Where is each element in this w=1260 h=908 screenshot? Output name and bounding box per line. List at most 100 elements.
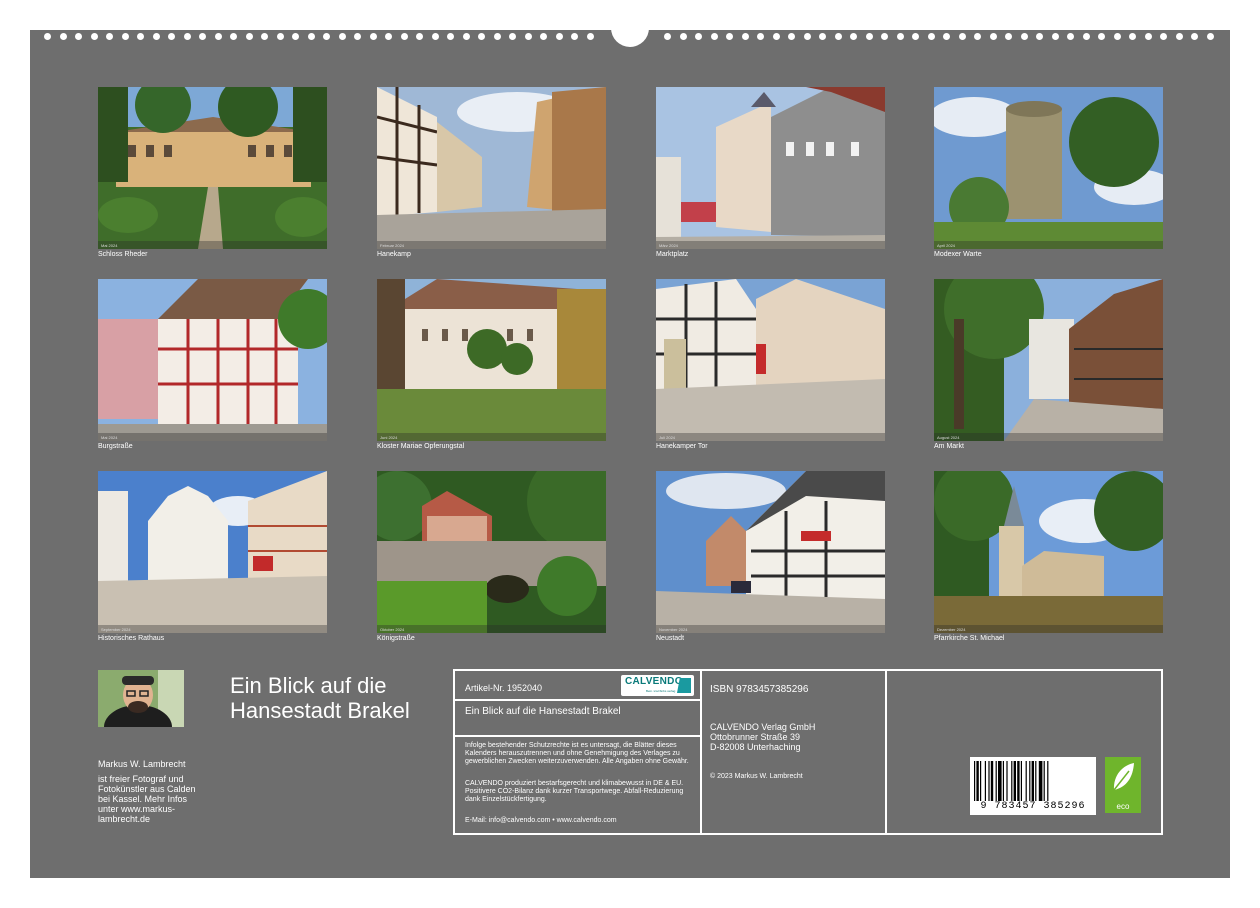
binding-hole (307, 33, 315, 40)
binding-hole (106, 33, 113, 40)
binding-hole (199, 33, 206, 40)
binding-hole (1051, 33, 1059, 40)
binding-hole (943, 33, 950, 40)
binding-hole (850, 33, 857, 40)
binding-hole (819, 33, 826, 40)
info-book-title: Ein Blick auf die Hansestadt Brakel (465, 706, 621, 717)
binding-hole (75, 33, 82, 40)
photo: Juni 2024 (377, 279, 606, 441)
photo: April 2024 (934, 87, 1163, 249)
binding-hole (90, 33, 98, 40)
binding-hole (881, 33, 888, 40)
author-name: Markus W. Lambrecht (98, 759, 186, 769)
photo: September 2024 (98, 471, 327, 633)
binding-hole (1144, 33, 1152, 40)
photo: Oktober 2024 (377, 471, 606, 633)
isbn-barcode: 9 783457 385296 (970, 757, 1096, 815)
tile-caption: Schloss Rheder (98, 251, 148, 258)
tile-caption: Modexer Warte (934, 251, 982, 258)
binding-hole (152, 33, 160, 40)
copyright: © 2023 Markus W. Lambrecht (710, 773, 803, 780)
binding-hole (478, 33, 485, 40)
binding-hole (1129, 33, 1136, 40)
binding-hole (1191, 33, 1198, 40)
binding-hole (958, 33, 966, 40)
tile-caption: Hanekamper Tor (656, 443, 708, 450)
binding-hole (168, 33, 175, 40)
binding-hole (1175, 33, 1183, 40)
binding-hole (214, 33, 222, 40)
tile-caption: Marktplatz (656, 251, 689, 258)
binding-hole (788, 33, 795, 40)
binding-hole (493, 33, 501, 40)
binding-hole (44, 33, 51, 40)
photo: November 2024 (656, 471, 885, 633)
binding-hole (772, 33, 780, 40)
product-info-box: Artikel-Nr. 1952040 CALVENDO Bein. tcs/c… (453, 669, 1163, 835)
photo: Juli 2024 (656, 279, 885, 441)
binding-hole (230, 33, 237, 40)
binding-hole (927, 33, 935, 40)
tile-caption: Königstraße (377, 635, 415, 642)
binding-hole (664, 33, 671, 40)
binding-hole (369, 33, 377, 40)
sustainability-note: CALVENDO produziert bestarfsgerecht und … (465, 780, 684, 803)
tile-caption: Historisches Rathaus (98, 635, 165, 642)
binding-hole (416, 33, 423, 40)
binding-hole (540, 33, 547, 40)
binding-hole (1005, 33, 1012, 40)
tile-caption: Pfarrkirche St. Michael (934, 635, 1005, 642)
binding-hole (555, 33, 563, 40)
author-portrait (98, 670, 184, 727)
binding-hole (323, 33, 330, 40)
tile-caption: Burgstraße (98, 443, 133, 450)
tile-caption: Neustadt (656, 635, 685, 642)
binding-hole (59, 33, 67, 40)
binding-hole (896, 33, 904, 40)
binding-hole (431, 33, 439, 40)
binding-hole (245, 33, 253, 40)
binding-hole (695, 33, 702, 40)
calendar-title: Ein Blick auf die Hansestadt Brakel (230, 673, 410, 723)
binding-hole (1020, 33, 1028, 40)
binding-hole (865, 33, 873, 40)
binding-hole (447, 33, 454, 40)
photo: Februar 2024 (377, 87, 606, 249)
binding-hole (1113, 33, 1121, 40)
binding-hole (679, 33, 687, 40)
photo: Dezember 2024 (934, 471, 1163, 633)
binding-hole (1098, 33, 1105, 40)
photo: Mai 2024 (98, 87, 327, 249)
binding-hole (121, 33, 129, 40)
binding-hole (524, 33, 532, 40)
contact-email: E-Mail: info@calvendo.com • www.calvendo… (465, 817, 617, 824)
binding-hole (974, 33, 981, 40)
binding-hole (292, 33, 299, 40)
article-number: Artikel-Nr. 1952040 (465, 683, 543, 693)
binding-hole (1067, 33, 1074, 40)
binding-hole (726, 33, 733, 40)
binding-hole (989, 33, 997, 40)
tile-caption: Am Markt (934, 443, 964, 450)
binding-hole (912, 33, 919, 40)
binding-hole (1160, 33, 1167, 40)
publisher-address: CALVENDO Verlag GmbH Ottobrunner Straße … (710, 722, 816, 752)
binding-hole (571, 33, 578, 40)
binding-hole (1036, 33, 1043, 40)
binding-hole (710, 33, 718, 40)
binding-hole (509, 33, 516, 40)
author-bio: ist freier Fotograf und Fotokünstler aus… (98, 774, 196, 824)
binding-hole (261, 33, 268, 40)
tile-caption: Hanekamp (377, 251, 411, 258)
eco-badge: eco (1105, 757, 1141, 813)
binding-hole (462, 33, 470, 40)
binding-hole (183, 33, 191, 40)
binding-hole (757, 33, 764, 40)
binding-hole (1082, 33, 1090, 40)
calvendo-logo: CALVENDO Bein. tcs/cbnbs verlag (621, 675, 694, 696)
binding-hole (803, 33, 811, 40)
binding-hole (586, 33, 594, 40)
isbn: ISBN 9783457385296 (710, 684, 809, 695)
binding-hole (354, 33, 361, 40)
photo: März 2024 (656, 87, 885, 249)
